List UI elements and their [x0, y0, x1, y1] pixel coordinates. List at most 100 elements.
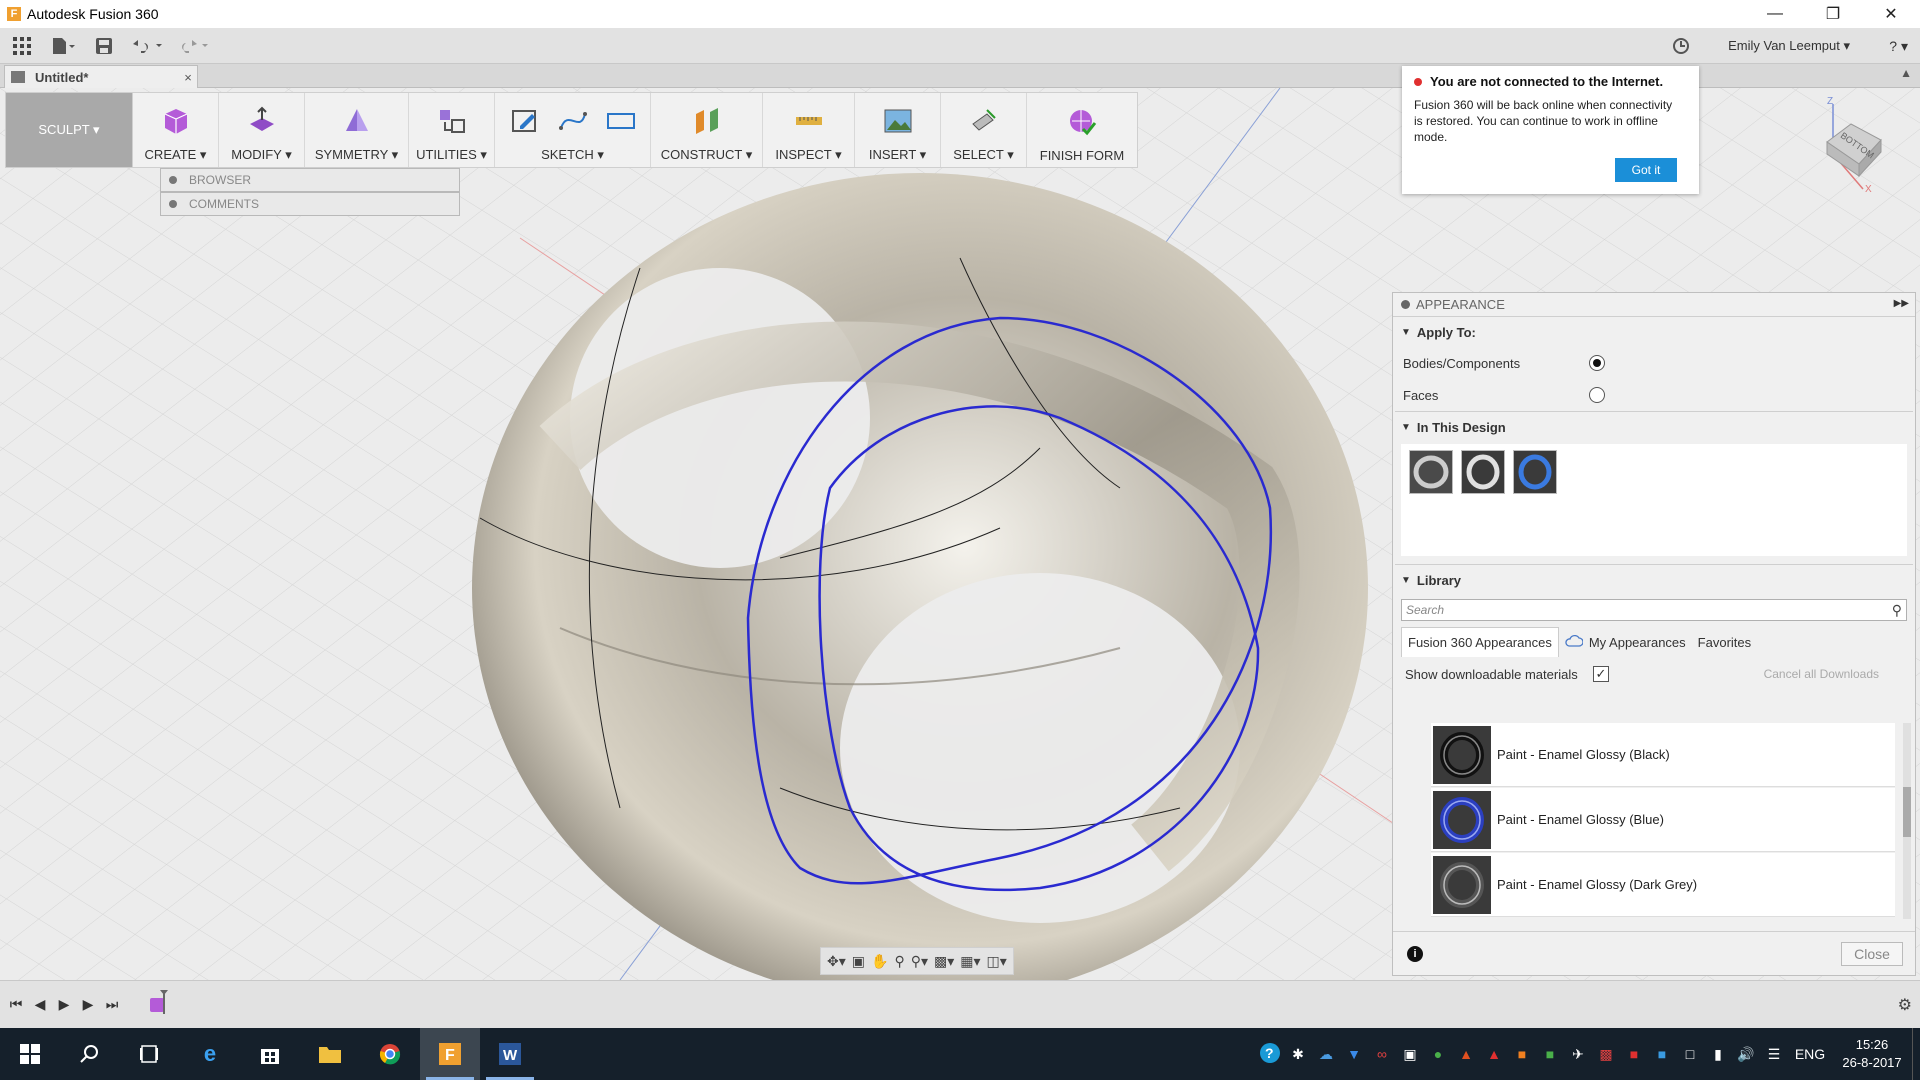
bodies-components-option[interactable]: Bodies/Components	[1393, 347, 1915, 379]
undo-icon[interactable]	[124, 32, 170, 60]
inspect-group[interactable]: INSPECT ▾	[763, 93, 855, 167]
spline-icon[interactable]	[558, 106, 588, 136]
design-appearance-swatch[interactable]	[1461, 450, 1505, 494]
tab-favorites[interactable]: Favorites	[1692, 627, 1757, 657]
tray-app-icon[interactable]: ■	[1620, 1046, 1648, 1062]
tray-app-icon[interactable]: ✈	[1564, 1046, 1592, 1063]
onedrive-icon[interactable]: ☁	[1312, 1046, 1340, 1063]
search-icon[interactable]: ⚲	[1892, 602, 1902, 619]
tray-app-icon[interactable]: □	[1676, 1046, 1704, 1062]
task-view-icon[interactable]	[120, 1028, 180, 1080]
tray-app-icon[interactable]: ■	[1536, 1046, 1564, 1062]
close-tab-button[interactable]: ×	[179, 70, 197, 85]
finish-form-button[interactable]: FINISH FORM	[1040, 148, 1125, 163]
tray-app-icon[interactable]: ▲	[1452, 1046, 1480, 1062]
appearance-title-bar[interactable]: APPEARANCE ▶▶	[1393, 293, 1915, 317]
tray-app-icon[interactable]: ■	[1508, 1046, 1536, 1062]
redo-icon[interactable]	[170, 32, 216, 60]
document-tab[interactable]: Untitled* ×	[4, 65, 198, 88]
utilities-menu[interactable]: UTILITIES ▾	[416, 147, 487, 163]
timeline-settings-gear-icon[interactable]: ⚙	[1898, 995, 1912, 1015]
list-item[interactable]: Paint - Enamel Glossy (Black)	[1431, 723, 1895, 787]
go-to-start-icon[interactable]: ⏮	[4, 996, 28, 1013]
finish-form-group[interactable]: FINISH FORM	[1027, 93, 1137, 167]
insert-group[interactable]: INSERT ▾	[855, 93, 941, 167]
restore-button[interactable]: ❐	[1804, 0, 1862, 28]
utilities-group[interactable]: UTILITIES ▾	[409, 93, 495, 167]
taskbar-clock[interactable]: 15:26 26-8-2017	[1832, 1036, 1912, 1072]
battery-icon[interactable]: ▮	[1704, 1046, 1732, 1063]
insert-menu[interactable]: INSERT ▾	[869, 147, 926, 163]
language-indicator[interactable]: ENG	[1788, 1046, 1832, 1062]
create-sketch-icon[interactable]	[510, 106, 540, 136]
create-menu[interactable]: CREATE ▾	[145, 147, 207, 163]
expand-comments-icon[interactable]	[169, 200, 177, 208]
sculpt-body[interactable]	[472, 173, 1368, 980]
minimize-button[interactable]: —	[1746, 0, 1804, 28]
rectangle-icon[interactable]	[606, 106, 636, 136]
material-list-scrollbar[interactable]	[1903, 723, 1911, 919]
collapse-arrow-icon[interactable]: ▲	[1900, 66, 1912, 80]
measure-icon[interactable]	[794, 106, 824, 136]
help-circle-icon[interactable]: ?	[1256, 1042, 1284, 1067]
sketch-menu[interactable]: SKETCH ▾	[541, 147, 604, 163]
chrome-icon[interactable]	[360, 1028, 420, 1080]
viewcube[interactable]: BOTTOM Z X	[1815, 94, 1895, 195]
step-back-icon[interactable]: ◀	[28, 996, 52, 1013]
symmetry-group[interactable]: SYMMETRY ▾	[305, 93, 409, 167]
create-box-icon[interactable]	[161, 106, 191, 136]
insert-canvas-icon[interactable]	[883, 106, 913, 136]
tray-app-icon[interactable]: ▣	[1396, 1046, 1424, 1063]
finish-form-icon[interactable]	[1067, 107, 1097, 137]
faces-option[interactable]: Faces	[1393, 379, 1915, 411]
fusion-360-taskbar-icon[interactable]: F	[420, 1028, 480, 1080]
bodies-components-radio[interactable]	[1589, 355, 1605, 371]
windows-start-icon[interactable]	[0, 1028, 60, 1080]
comments-panel[interactable]: COMMENTS	[160, 192, 460, 216]
show-downloadable-checkbox[interactable]: ✓	[1593, 666, 1609, 682]
design-appearance-swatch[interactable]	[1409, 450, 1453, 494]
utilities-icon[interactable]	[437, 106, 467, 136]
viewports-icon[interactable]: ◫▾	[987, 953, 1007, 970]
library-section[interactable]: ▼ Library	[1393, 565, 1915, 595]
offset-plane-icon[interactable]	[692, 106, 722, 136]
in-this-design-section[interactable]: ▼ In This Design	[1393, 412, 1915, 442]
library-search-input[interactable]: Search ⚲	[1401, 599, 1907, 621]
expand-browser-icon[interactable]	[169, 176, 177, 184]
edit-form-icon[interactable]	[247, 106, 277, 136]
settings-tray-icon[interactable]: ✱	[1284, 1046, 1312, 1063]
list-item[interactable]: Paint - Enamel Glossy (Dark Grey)	[1431, 853, 1895, 917]
step-forward-icon[interactable]: ▶	[76, 996, 100, 1013]
help-menu[interactable]: ? ▾	[1889, 28, 1908, 64]
save-icon[interactable]	[84, 32, 124, 60]
go-to-end-icon[interactable]: ⏭	[100, 996, 124, 1013]
cancel-all-downloads-link[interactable]: Cancel all Downloads	[1764, 667, 1879, 681]
collapse-panel-icon[interactable]	[1401, 300, 1410, 309]
sketch-group[interactable]: SKETCH ▾	[495, 93, 651, 167]
create-group[interactable]: CREATE ▾	[133, 93, 219, 167]
got-it-button[interactable]: Got it	[1615, 158, 1677, 182]
inspect-menu[interactable]: INSPECT ▾	[775, 147, 841, 163]
fit-zoom-icon[interactable]: ⚲▾	[911, 953, 928, 970]
store-icon[interactable]	[240, 1028, 300, 1080]
faces-radio[interactable]	[1589, 387, 1605, 403]
tab-my-appearances[interactable]: My Appearances	[1559, 627, 1692, 657]
expand-panel-icon[interactable]: ▶▶	[1894, 298, 1909, 309]
close-button[interactable]: Close	[1841, 941, 1903, 966]
acrobat-icon[interactable]: ▲	[1480, 1046, 1508, 1062]
user-account-menu[interactable]: Emily Van Leemput ▾	[1728, 28, 1850, 64]
close-window-button[interactable]: ✕	[1862, 0, 1920, 28]
symmetry-icon[interactable]	[342, 106, 372, 136]
tray-app-icon[interactable]: ■	[1648, 1046, 1676, 1062]
list-item[interactable]: Paint - Enamel Glossy (Blue)	[1431, 788, 1895, 852]
search-icon[interactable]	[60, 1028, 120, 1080]
apply-to-section[interactable]: ▼ Apply To:	[1393, 317, 1915, 347]
design-appearance-swatch[interactable]	[1513, 450, 1557, 494]
symmetry-menu[interactable]: SYMMETRY ▾	[315, 147, 398, 163]
edge-browser-icon[interactable]: e	[180, 1028, 240, 1080]
volume-icon[interactable]: 🔊	[1732, 1046, 1760, 1063]
zoom-icon[interactable]: ⚲	[894, 953, 904, 970]
tray-app-icon[interactable]: ●	[1424, 1046, 1452, 1062]
construct-group[interactable]: CONSTRUCT ▾	[651, 93, 763, 167]
orbit-icon[interactable]: ✥▾	[827, 953, 846, 970]
